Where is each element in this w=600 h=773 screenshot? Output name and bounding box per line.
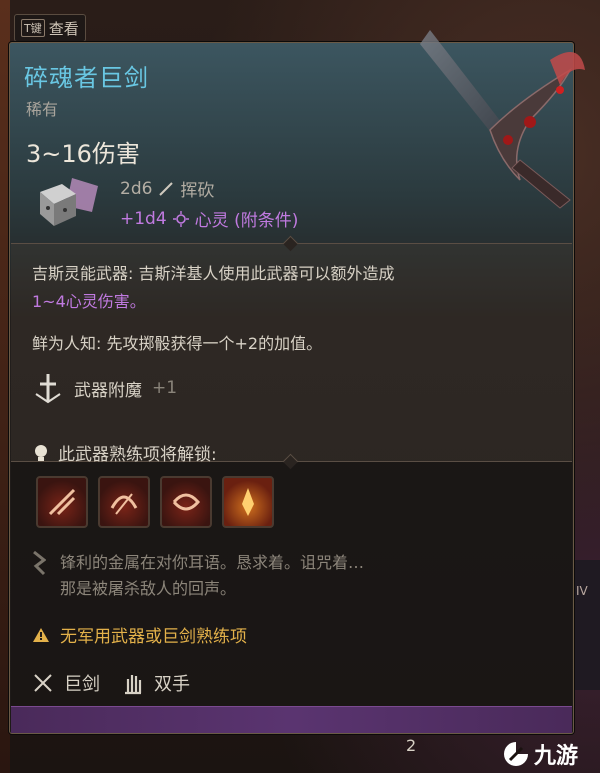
enchantment-value: +1 bbox=[152, 378, 178, 398]
property-label: 巨剑 bbox=[64, 674, 100, 695]
psionic-line: 吉斯灵能武器: 吉斯洋基人使用此武器可以额外造成 bbox=[32, 264, 395, 283]
weapon-action-4-icon bbox=[242, 488, 254, 516]
weapon-action-button[interactable] bbox=[222, 476, 274, 528]
proficiency-warning: 无军用武器或巨剑熟练项 bbox=[32, 622, 247, 647]
dice-icon bbox=[40, 178, 98, 226]
hotkey-label: 查看 bbox=[48, 19, 79, 38]
enchantment-label: 武器附魔 bbox=[74, 380, 142, 401]
watermark-logo-icon bbox=[504, 742, 528, 766]
damage-dice: 2d6 bbox=[120, 178, 153, 199]
warning-text: 无军用武器或巨剑熟练项 bbox=[60, 627, 247, 647]
enchantment-icon bbox=[35, 374, 61, 404]
damage-dice: +1d4 bbox=[120, 208, 167, 229]
rarity-footer-bar bbox=[11, 706, 572, 733]
weapon-action-1-icon bbox=[48, 488, 76, 516]
watermark-text: 九游 bbox=[534, 744, 579, 769]
weapon-action-3-icon bbox=[172, 493, 200, 511]
damage-line-psychic: +1d4 心灵 (附条件) bbox=[120, 206, 299, 232]
hand-icon bbox=[125, 675, 142, 695]
quote-icon bbox=[33, 550, 46, 576]
flavor-text: 锋利的金属在对你耳语。恳求着。诅咒着… 那是被屠杀敌人的回声。 bbox=[32, 550, 364, 602]
crossed-swords-icon bbox=[34, 674, 52, 692]
damage-type: 心灵 (附条件) bbox=[194, 211, 299, 231]
unlock-label: 此武器熟练项将解锁: bbox=[58, 445, 217, 465]
property-label: 双手 bbox=[154, 674, 190, 695]
psionic-description: 吉斯灵能武器: 吉斯洋基人使用此武器可以额外造成 1~4心灵伤害。 bbox=[32, 260, 394, 316]
weapon-action-2-icon bbox=[110, 493, 138, 515]
flavor-line: 那是被屠杀敌人的回声。 bbox=[60, 579, 237, 598]
item-rarity: 稀有 bbox=[26, 100, 59, 119]
weapon-action-button[interactable] bbox=[36, 476, 88, 528]
property-greatsword: 巨剑 bbox=[32, 670, 100, 696]
weapon-action-button[interactable] bbox=[98, 476, 150, 528]
inspect-hotkey-button[interactable]: T键 查看 bbox=[14, 14, 86, 42]
weapon-actions bbox=[36, 476, 274, 528]
hotkey-key: T键 bbox=[21, 19, 45, 37]
enchantment-row: 武器附魔 +1 bbox=[32, 372, 177, 404]
damage-line-slashing: 2d6 挥砍 bbox=[120, 176, 215, 202]
flavor-line: 锋利的金属在对你耳语。恳求着。诅咒着… bbox=[60, 553, 365, 572]
weapon-properties: 巨剑 双手 bbox=[32, 670, 190, 696]
psionic-damage: 1~4心灵伤害。 bbox=[32, 292, 146, 311]
warning-icon bbox=[33, 627, 49, 642]
lesser-known-text: 鲜为人知: 先攻掷骰获得一个+2的加值。 bbox=[32, 334, 323, 353]
page-fragment: 2 bbox=[406, 736, 417, 755]
psychic-icon bbox=[172, 210, 189, 227]
greatsword-image bbox=[420, 30, 585, 209]
weapon-action-button[interactable] bbox=[160, 476, 212, 528]
item-name: 碎魂者巨剑 bbox=[24, 64, 149, 92]
damage-total: 3~16伤害 bbox=[26, 140, 140, 168]
lightbulb-icon bbox=[35, 444, 47, 461]
watermark: 九游 bbox=[502, 738, 578, 770]
slashing-icon bbox=[159, 181, 174, 196]
damage-type: 挥砍 bbox=[180, 181, 215, 201]
property-two-handed: 双手 bbox=[122, 670, 190, 696]
proficiency-unlock: 此武器熟练项将解锁: bbox=[32, 440, 217, 465]
side-label: IV bbox=[576, 584, 588, 598]
